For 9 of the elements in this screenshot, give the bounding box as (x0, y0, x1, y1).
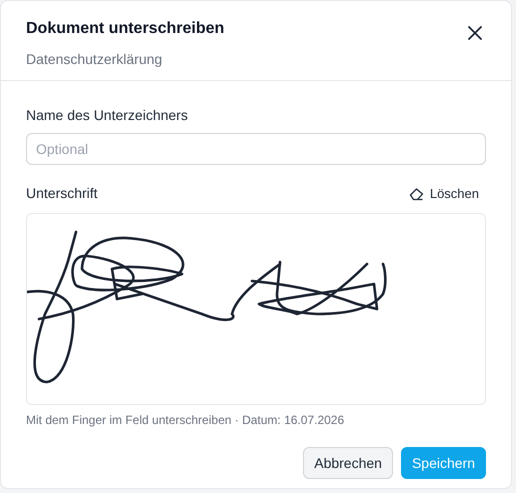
dialog-subtitle: Datenschutzerklärung (26, 50, 164, 69)
cancel-button[interactable]: Abbrechen (303, 447, 393, 479)
name-field[interactable]: Optional (26, 133, 486, 165)
signature-label: Unterschrift (26, 184, 98, 203)
eraser-icon (408, 186, 424, 200)
dialog-title: Dokument unterschreiben (26, 19, 224, 39)
name-label: Name des Unterzeichners (26, 106, 189, 125)
signature-hint: Mit dem Finger im Feld unterschreiben · Datum: 16.07.2026 (26, 412, 346, 429)
clear-button[interactable]: Löschen (408, 184, 479, 204)
